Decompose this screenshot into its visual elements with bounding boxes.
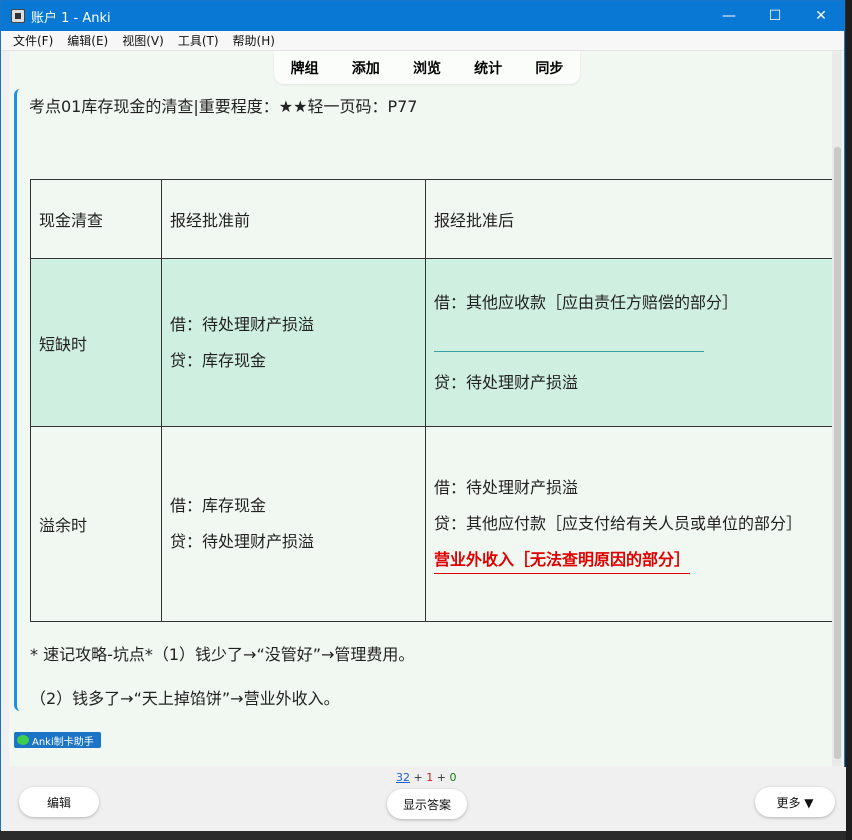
card-content: 考点01库存现金的清查|重要程度：★★轻一页码：P77 现金清查 报经批准前 报…: [14, 89, 835, 711]
table-header-row: 现金清查 报经批准前 报经批准后: [30, 179, 835, 259]
tab-stats[interactable]: 统计: [474, 58, 502, 78]
menu-edit[interactable]: 编辑(E): [67, 32, 108, 49]
scrollbar[interactable]: [832, 51, 842, 766]
bottom-bar: 32 + 1 + 0 编辑 显示答案 更多 ▼: [1, 767, 846, 831]
maximize-button[interactable]: ☐: [752, 1, 798, 31]
table-row-shortage: 短缺时 借：待处理财产损溢 贷：库存现金 借：其他应收款［应由责任方赔偿的部分］…: [30, 258, 835, 427]
wechat-icon: [17, 735, 29, 745]
entry-debit: 借：其他应收款［应由责任方赔偿的部分］: [434, 292, 739, 312]
entry-debit: 借：待处理财产损溢: [434, 477, 579, 497]
learn-count: 1: [426, 771, 434, 784]
scrollbar-thumb[interactable]: [834, 147, 841, 759]
tab-browse[interactable]: 浏览: [413, 58, 441, 78]
entry-credit: 贷：其他应付款［应支付给有关人员或单位的部分］: [434, 513, 803, 533]
menu-view[interactable]: 视图(V): [122, 32, 164, 49]
cash-check-table: 现金清查 报经批准前 报经批准后 短缺时 借：待处理财产损溢 贷：库存现金 借：…: [30, 179, 835, 622]
anki-app-icon: [11, 9, 25, 23]
review-count: 0: [449, 771, 457, 784]
badge-label: Anki制卡助手: [32, 736, 94, 748]
menu-help[interactable]: 帮助(H): [233, 32, 275, 49]
memo-tip-1: * 速记攻略-坑点*（1）钱少了→“没管好”→管理费用。: [30, 645, 415, 664]
highlight-entry: 营业外收入［无法查明原因的部分］: [434, 547, 691, 574]
background-window-edge: [846, 0, 852, 840]
menu-tools[interactable]: 工具(T): [178, 32, 219, 49]
tab-add[interactable]: 添加: [352, 58, 380, 78]
title-bar: 账户 1 - Anki — ☐ ✕: [1, 1, 844, 31]
tab-decks[interactable]: 牌组: [291, 58, 319, 78]
row-label: 短缺时: [30, 258, 162, 427]
menu-bar: 文件(F) 编辑(E) 视图(V) 工具(T) 帮助(H): [1, 31, 844, 51]
entry-credit: 贷：待处理财产损溢: [434, 372, 579, 392]
plugin-badge[interactable]: Anki制卡助手: [14, 732, 101, 748]
anki-window: 账户 1 - Anki — ☐ ✕ 文件(F) 编辑(E) 视图(V) 工具(T…: [0, 0, 846, 831]
table-row-surplus: 溢余时 借：库存现金 贷：待处理财产损溢 借：待处理财产损溢 贷：其他应付款［应…: [30, 426, 835, 622]
review-area: 牌组 添加 浏览 统计 同步 考点01库存现金的清查|重要程度：★★轻一页码：P…: [9, 51, 844, 766]
count-separator: +: [413, 771, 423, 784]
minimize-button[interactable]: —: [706, 1, 752, 31]
entry-credit: 贷：待处理财产损溢: [170, 532, 315, 551]
count-separator: +: [436, 771, 446, 784]
tab-sync[interactable]: 同步: [535, 58, 563, 78]
memo-tip-2: （2）钱多了→“天上掉馅饼”→营业外收入。: [30, 689, 340, 708]
red-entry-wrap: 营业外收入［无法查明原因的部分］: [434, 547, 826, 574]
menu-file[interactable]: 文件(F): [13, 32, 53, 49]
before-cell: 借：库存现金 贷：待处理财产损溢: [161, 426, 426, 622]
header-cell: 报经批准前: [161, 179, 426, 259]
show-answer-button[interactable]: 显示答案: [387, 789, 467, 819]
entry-debit: 借：库存现金: [170, 496, 267, 515]
after-cell: 借：待处理财产损溢 贷：其他应付款［应支付给有关人员或单位的部分］ 营业外收入［…: [425, 426, 835, 622]
window-title: 账户 1 - Anki: [31, 10, 111, 26]
top-toolbar: 牌组 添加 浏览 统计 同步: [274, 51, 580, 84]
row-label: 溢余时: [30, 426, 162, 622]
entry-credit: 贷：库存现金: [170, 350, 267, 370]
header-cell: 现金清查: [30, 179, 162, 259]
entry-debit: 借：待处理财产损溢: [170, 314, 315, 334]
edit-button[interactable]: 编辑: [19, 787, 99, 817]
before-cell: 借：待处理财产损溢 贷：库存现金: [161, 258, 426, 427]
due-counts: 32 + 1 + 0: [396, 771, 456, 784]
header-cell: 报经批准后: [425, 179, 835, 259]
after-cell: 借：其他应收款［应由责任方赔偿的部分］ 贷：待处理财产损溢: [425, 258, 835, 427]
new-count: 32: [396, 771, 410, 784]
more-button[interactable]: 更多 ▼: [755, 787, 835, 817]
divider-line: [434, 328, 704, 352]
close-button[interactable]: ✕: [798, 1, 844, 31]
card-header: 考点01库存现金的清查|重要程度：★★轻一页码：P77: [29, 97, 418, 116]
